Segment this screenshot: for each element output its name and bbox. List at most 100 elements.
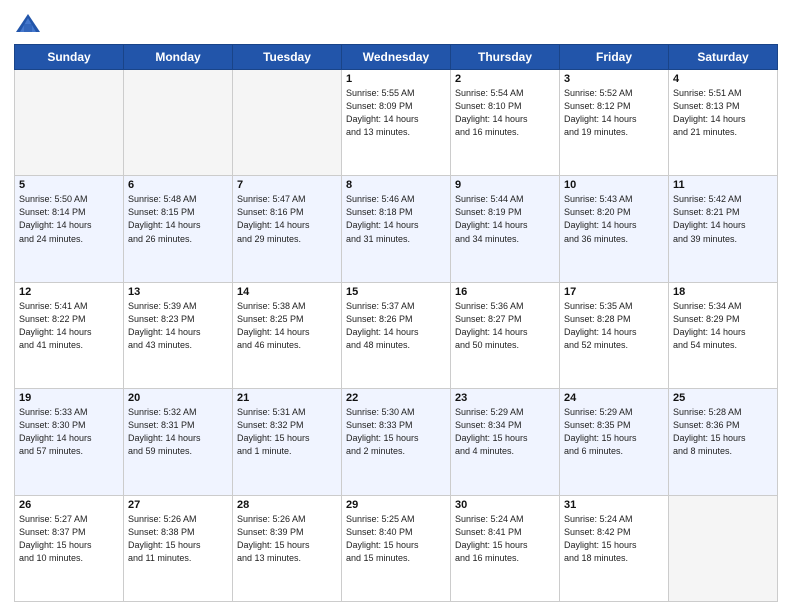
day-number: 26 — [19, 499, 119, 511]
day-number: 11 — [673, 179, 773, 191]
day-number: 17 — [564, 286, 664, 298]
day-number: 8 — [346, 179, 446, 191]
day-number: 31 — [564, 499, 664, 511]
logo — [14, 10, 46, 38]
day-info: Sunrise: 5:36 AM Sunset: 8:27 PM Dayligh… — [455, 300, 555, 352]
day-info: Sunrise: 5:29 AM Sunset: 8:35 PM Dayligh… — [564, 406, 664, 458]
day-number: 10 — [564, 179, 664, 191]
day-number: 4 — [673, 73, 773, 85]
calendar-cell — [233, 70, 342, 176]
calendar-cell: 1 Sunrise: 5:55 AM Sunset: 8:09 PM Daylig… — [342, 70, 451, 176]
day-info: Sunrise: 5:34 AM Sunset: 8:29 PM Dayligh… — [673, 300, 773, 352]
day-info: Sunrise: 5:44 AM Sunset: 8:19 PM Dayligh… — [455, 193, 555, 245]
day-number: 13 — [128, 286, 228, 298]
day-number: 18 — [673, 286, 773, 298]
calendar-cell: 6 Sunrise: 5:48 AM Sunset: 8:15 PM Daylig… — [124, 176, 233, 282]
day-number: 9 — [455, 179, 555, 191]
calendar-cell: 15Sunrise: 5:37 AM Sunset: 8:26 PM Dayli… — [342, 282, 451, 388]
calendar-header-saturday: Saturday — [669, 45, 778, 70]
day-number: 12 — [19, 286, 119, 298]
calendar-cell: 14Sunrise: 5:38 AM Sunset: 8:25 PM Dayli… — [233, 282, 342, 388]
calendar-week-row: 5Sunrise: 5:50 AM Sunset: 8:14 PM Daylig… — [15, 176, 778, 282]
calendar-cell: 29 Sunrise: 5:25 AM Sunset: 8:40 PM Dayli… — [342, 495, 451, 601]
day-number: 30 — [455, 499, 555, 511]
calendar-header-sunday: Sunday — [15, 45, 124, 70]
calendar-cell — [15, 70, 124, 176]
day-number: 27 — [128, 499, 228, 511]
day-info: Sunrise: 5:29 AM Sunset: 8:34 PM Dayligh… — [455, 406, 555, 458]
day-number: 15 — [346, 286, 446, 298]
calendar-cell: 12 Sunrise: 5:41 AM Sunset: 8:22 PM Dayli… — [15, 282, 124, 388]
day-info: Sunrise: 5:30 AM Sunset: 8:33 PM Dayligh… — [346, 406, 446, 458]
day-info: Sunrise: 5:39 AM Sunset: 8:23 PM Dayligh… — [128, 300, 228, 352]
calendar-cell: 8 Sunrise: 5:46 AM Sunset: 8:18 PM Daylig… — [342, 176, 451, 282]
day-info: Sunrise: 5:25 AM Sunset: 8:40 PM Dayligh… — [346, 513, 446, 565]
day-info: Sunrise: 5:32 AM Sunset: 8:31 PM Dayligh… — [128, 406, 228, 458]
day-info: Sunrise: 5:26 AM Sunset: 8:38 PM Dayligh… — [128, 513, 228, 565]
calendar-cell: 18 Sunrise: 5:34 AM Sunset: 8:29 PM Dayli… — [669, 282, 778, 388]
calendar-table: SundayMondayTuesdayWednesdayThursdayFrid… — [14, 44, 778, 602]
calendar-cell: 16 Sunrise: 5:36 AM Sunset: 8:27 PM Dayli… — [451, 282, 560, 388]
calendar-week-row: 19 Sunrise: 5:33 AM Sunset: 8:30 PM Dayli… — [15, 389, 778, 495]
calendar-cell: 17 Sunrise: 5:35 AM Sunset: 8:28 PM Dayli… — [560, 282, 669, 388]
day-number: 21 — [237, 392, 337, 404]
day-number: 20 — [128, 392, 228, 404]
logo-icon — [14, 10, 42, 38]
day-info: Sunrise: 5:26 AM Sunset: 8:39 PM Dayligh… — [237, 513, 337, 565]
calendar-cell: 23Sunrise: 5:29 AM Sunset: 8:34 PM Dayli… — [451, 389, 560, 495]
calendar-cell: 21 Sunrise: 5:31 AM Sunset: 8:32 PM Dayli… — [233, 389, 342, 495]
day-number: 24 — [564, 392, 664, 404]
day-number: 16 — [455, 286, 555, 298]
calendar-cell — [124, 70, 233, 176]
calendar-week-row: 26Sunrise: 5:27 AM Sunset: 8:37 PM Dayli… — [15, 495, 778, 601]
day-info: Sunrise: 5:41 AM Sunset: 8:22 PM Dayligh… — [19, 300, 119, 352]
day-number: 29 — [346, 499, 446, 511]
day-info: Sunrise: 5:38 AM Sunset: 8:25 PM Dayligh… — [237, 300, 337, 352]
day-info: Sunrise: 5:24 AM Sunset: 8:42 PM Dayligh… — [564, 513, 664, 565]
calendar-cell: 25Sunrise: 5:28 AM Sunset: 8:36 PM Dayli… — [669, 389, 778, 495]
calendar-cell: 5Sunrise: 5:50 AM Sunset: 8:14 PM Daylig… — [15, 176, 124, 282]
calendar-week-row: 1 Sunrise: 5:55 AM Sunset: 8:09 PM Daylig… — [15, 70, 778, 176]
page: SundayMondayTuesdayWednesdayThursdayFrid… — [0, 0, 792, 612]
day-number: 2 — [455, 73, 555, 85]
calendar-cell: 9 Sunrise: 5:44 AM Sunset: 8:19 PM Daylig… — [451, 176, 560, 282]
day-info: Sunrise: 5:46 AM Sunset: 8:18 PM Dayligh… — [346, 193, 446, 245]
day-number: 3 — [564, 73, 664, 85]
calendar-cell: 7 Sunrise: 5:47 AM Sunset: 8:16 PM Daylig… — [233, 176, 342, 282]
calendar-cell: 30 Sunrise: 5:24 AM Sunset: 8:41 PM Dayli… — [451, 495, 560, 601]
calendar-cell: 27 Sunrise: 5:26 AM Sunset: 8:38 PM Dayli… — [124, 495, 233, 601]
day-number: 1 — [346, 73, 446, 85]
calendar-header-friday: Friday — [560, 45, 669, 70]
day-info: Sunrise: 5:24 AM Sunset: 8:41 PM Dayligh… — [455, 513, 555, 565]
calendar-cell — [669, 495, 778, 601]
day-info: Sunrise: 5:43 AM Sunset: 8:20 PM Dayligh… — [564, 193, 664, 245]
calendar-cell: 11 Sunrise: 5:42 AM Sunset: 8:21 PM Dayli… — [669, 176, 778, 282]
calendar-cell: 31 Sunrise: 5:24 AM Sunset: 8:42 PM Dayli… — [560, 495, 669, 601]
day-info: Sunrise: 5:51 AM Sunset: 8:13 PM Dayligh… — [673, 87, 773, 139]
calendar-cell: 24 Sunrise: 5:29 AM Sunset: 8:35 PM Dayli… — [560, 389, 669, 495]
day-number: 6 — [128, 179, 228, 191]
day-number: 19 — [19, 392, 119, 404]
day-info: Sunrise: 5:47 AM Sunset: 8:16 PM Dayligh… — [237, 193, 337, 245]
day-info: Sunrise: 5:52 AM Sunset: 8:12 PM Dayligh… — [564, 87, 664, 139]
day-info: Sunrise: 5:33 AM Sunset: 8:30 PM Dayligh… — [19, 406, 119, 458]
day-number: 22 — [346, 392, 446, 404]
calendar-cell: 22 Sunrise: 5:30 AM Sunset: 8:33 PM Dayli… — [342, 389, 451, 495]
day-number: 28 — [237, 499, 337, 511]
day-info: Sunrise: 5:28 AM Sunset: 8:36 PM Dayligh… — [673, 406, 773, 458]
calendar-cell: 10 Sunrise: 5:43 AM Sunset: 8:20 PM Dayli… — [560, 176, 669, 282]
calendar-cell: 4 Sunrise: 5:51 AM Sunset: 8:13 PM Daylig… — [669, 70, 778, 176]
day-number: 5 — [19, 179, 119, 191]
calendar-header-wednesday: Wednesday — [342, 45, 451, 70]
day-info: Sunrise: 5:48 AM Sunset: 8:15 PM Dayligh… — [128, 193, 228, 245]
day-number: 7 — [237, 179, 337, 191]
calendar-cell: 13 Sunrise: 5:39 AM Sunset: 8:23 PM Dayli… — [124, 282, 233, 388]
calendar-header-tuesday: Tuesday — [233, 45, 342, 70]
calendar-week-row: 12 Sunrise: 5:41 AM Sunset: 8:22 PM Dayli… — [15, 282, 778, 388]
day-info: Sunrise: 5:31 AM Sunset: 8:32 PM Dayligh… — [237, 406, 337, 458]
day-info: Sunrise: 5:35 AM Sunset: 8:28 PM Dayligh… — [564, 300, 664, 352]
day-info: Sunrise: 5:42 AM Sunset: 8:21 PM Dayligh… — [673, 193, 773, 245]
calendar-cell: 19 Sunrise: 5:33 AM Sunset: 8:30 PM Dayli… — [15, 389, 124, 495]
calendar-header-thursday: Thursday — [451, 45, 560, 70]
day-info: Sunrise: 5:55 AM Sunset: 8:09 PM Dayligh… — [346, 87, 446, 139]
